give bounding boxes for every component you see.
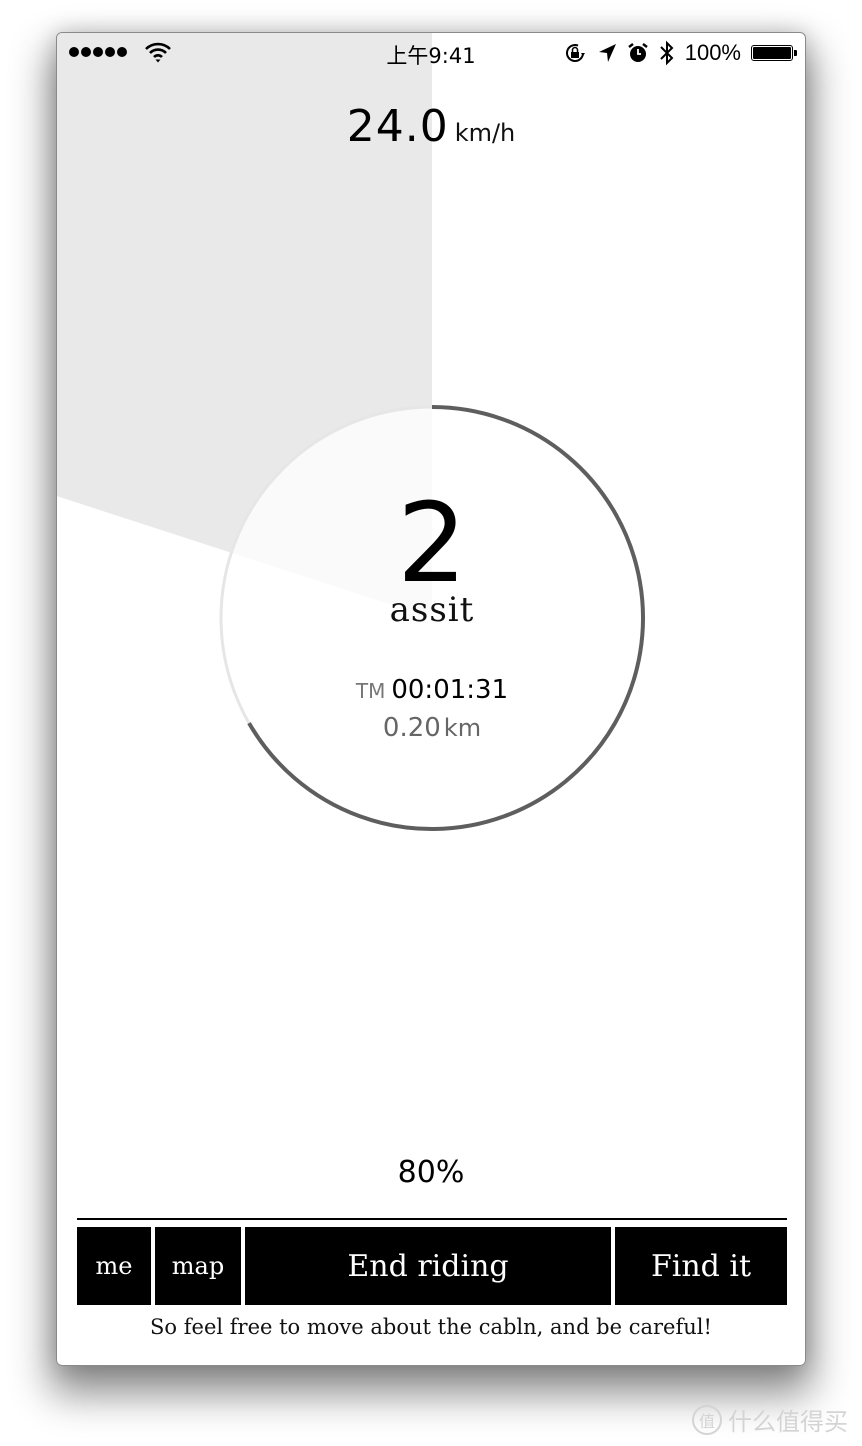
ride-time: TM 00:01:31 xyxy=(232,674,632,705)
ride-time-prefix: TM xyxy=(355,679,386,703)
tab-me[interactable]: me xyxy=(77,1227,151,1305)
alarm-icon xyxy=(627,43,648,62)
tabbar-divider xyxy=(77,1218,787,1220)
battery-percent: 100% xyxy=(684,40,741,65)
speed-readout: 24.0 km/h xyxy=(57,101,805,152)
rotation-lock-icon xyxy=(565,44,585,62)
tab-map[interactable]: map xyxy=(155,1227,241,1305)
tip-text: So feel free to move about the cabln, an… xyxy=(150,1315,712,1339)
speed-value: 24.0 xyxy=(346,101,449,152)
watermark-text: 什么值得买 xyxy=(728,1408,848,1436)
phone-screen: 上午9:41 100% 24.0 km/h 2 assit TM 00:01:3… xyxy=(56,32,806,1366)
assist-label: assit xyxy=(389,590,475,630)
find-it-button[interactable]: Find it xyxy=(615,1227,787,1305)
watermark: 值 什么值得买 xyxy=(692,1402,848,1437)
speed-unit: km/h xyxy=(454,119,516,147)
assist-level: 2 xyxy=(397,479,467,607)
ride-distance-value: 0.20 xyxy=(382,713,441,743)
ride-distance-unit: km xyxy=(443,714,482,742)
location-arrow-icon xyxy=(598,44,616,62)
status-bar: 上午9:41 100% xyxy=(57,33,805,73)
assist-panel[interactable]: 2 assit TM 00:01:31 0.20 km xyxy=(232,488,632,743)
bluetooth-icon xyxy=(660,40,674,66)
bike-battery-level: 80% xyxy=(397,1155,465,1190)
ride-time-value: 00:01:31 xyxy=(391,675,509,705)
watermark-badge: 值 xyxy=(692,1404,722,1435)
bottom-tab-bar: me map End riding Find it xyxy=(77,1227,787,1305)
end-riding-button[interactable]: End riding xyxy=(245,1227,611,1305)
ride-distance: 0.20 km xyxy=(232,713,632,743)
battery-icon xyxy=(751,45,797,61)
